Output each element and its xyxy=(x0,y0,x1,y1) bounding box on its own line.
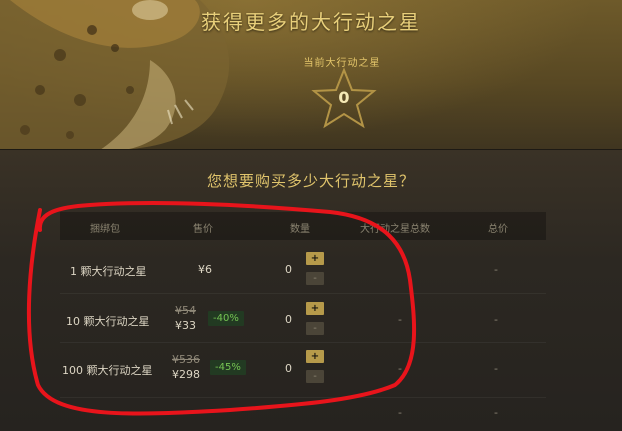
discount-badge: -45% xyxy=(210,360,246,375)
row-total-price: - xyxy=(494,362,498,375)
original-price: ¥54 xyxy=(175,304,196,317)
row-divider xyxy=(60,397,546,398)
increase-button[interactable]: + xyxy=(306,302,324,315)
original-price: ¥536 xyxy=(172,353,200,366)
table-row: 100 颗大行动之星 ¥536 ¥298 -45% 0 + - - - xyxy=(60,344,546,392)
bundle-name: 10 颗大行动之星 xyxy=(66,315,150,328)
decrease-button[interactable]: - xyxy=(306,370,324,383)
row-total-stars: - xyxy=(398,313,402,326)
bundle-price: ¥33 xyxy=(175,319,196,332)
bundle-price: ¥6 xyxy=(198,263,212,276)
column-total-stars: 大行动之星总数 xyxy=(360,224,430,235)
decrease-button[interactable]: - xyxy=(306,272,324,285)
column-price: 售价 xyxy=(193,224,213,235)
page-title: 获得更多的大行动之星 xyxy=(201,10,421,34)
header-banner: 获得更多的大行动之星 当前大行动之星 0 xyxy=(0,0,622,150)
discount-badge: -40% xyxy=(208,311,244,326)
table-row: 10 颗大行动之星 ¥54 ¥33 -40% 0 + - - - xyxy=(60,295,546,343)
increase-button[interactable]: + xyxy=(306,252,324,265)
column-bundle: 捆绑包 xyxy=(90,224,120,235)
column-quantity: 数量 xyxy=(290,224,310,235)
grand-total-stars: - xyxy=(398,406,402,419)
increase-button[interactable]: + xyxy=(306,350,324,363)
grand-total-price: - xyxy=(494,406,498,419)
row-total-price: - xyxy=(494,263,498,276)
table-row: 1 颗大行动之星 ¥6 0 + - - xyxy=(60,246,546,294)
row-total-price: - xyxy=(494,313,498,326)
quantity-value: 0 xyxy=(285,263,292,276)
row-divider xyxy=(60,293,546,294)
current-stars-count: 0 xyxy=(338,88,350,107)
row-total-stars: - xyxy=(398,362,402,375)
purchase-question: 您想要购买多少大行动之星？ xyxy=(206,172,415,190)
quantity-value: 0 xyxy=(285,313,292,326)
table-header: 捆绑包 售价 数量 大行动之星总数 总价 xyxy=(60,212,546,240)
bundle-name: 100 颗大行动之星 xyxy=(62,364,153,377)
bundle-name: 1 颗大行动之星 xyxy=(70,265,147,278)
quantity-value: 0 xyxy=(285,362,292,375)
bundle-price: ¥298 xyxy=(172,368,200,381)
column-total-price: 总价 xyxy=(488,224,508,235)
row-divider xyxy=(60,342,546,343)
decrease-button[interactable]: - xyxy=(306,322,324,335)
